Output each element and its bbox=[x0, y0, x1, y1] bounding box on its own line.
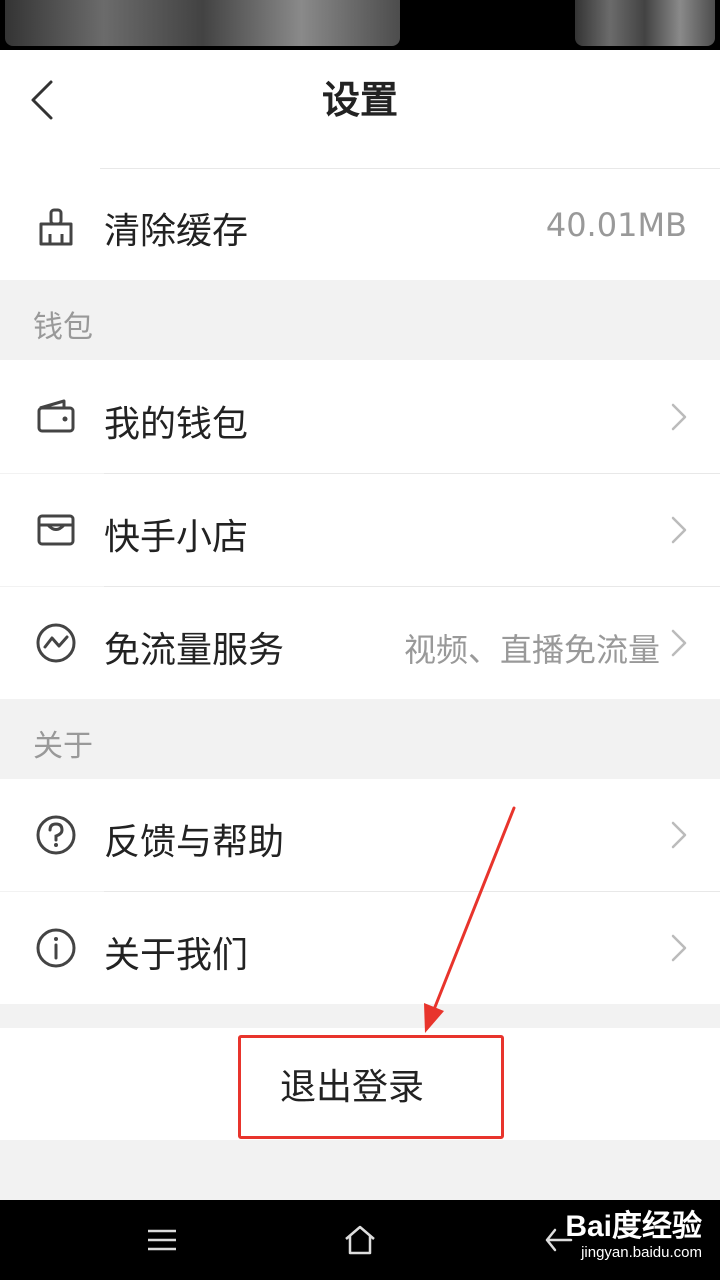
wallet-icon bbox=[34, 394, 78, 438]
page-title: 设置 bbox=[321, 78, 398, 122]
menu-item-label: 我的钱包 bbox=[104, 404, 249, 445]
data-wave-icon bbox=[34, 621, 78, 665]
store-icon bbox=[34, 508, 78, 552]
menu-icon[interactable] bbox=[142, 1220, 182, 1260]
menu-item-label: 关于我们 bbox=[104, 935, 249, 976]
chevron-right-icon bbox=[671, 403, 687, 431]
divider bbox=[100, 168, 720, 169]
logout-button[interactable]: 退出登录 bbox=[280, 1058, 424, 1110]
menu-item-store[interactable]: 快手小店 bbox=[0, 474, 720, 586]
clear-cache-label: 清除缓存 bbox=[104, 211, 249, 252]
status-bar-blurred-content bbox=[5, 0, 400, 46]
menu-item-label: 快手小店 bbox=[104, 517, 249, 558]
info-circle-icon bbox=[34, 926, 78, 970]
logout-row: 退出登录 bbox=[0, 1028, 720, 1140]
watermark-url: jingyan.baidu.com bbox=[581, 1244, 702, 1261]
menu-item-data-free-service[interactable]: 免流量服务 视频、直播免流量 bbox=[0, 587, 720, 699]
menu-item-label: 反馈与帮助 bbox=[104, 822, 285, 863]
status-bar-blurred-icons bbox=[575, 0, 715, 46]
watermark-brand: Bai度经验 bbox=[565, 1210, 702, 1243]
menu-item-feedback-help[interactable]: 反馈与帮助 bbox=[0, 779, 720, 891]
menu-item-my-wallet[interactable]: 我的钱包 bbox=[0, 360, 720, 473]
system-nav-bar: Bai度经验 jingyan.baidu.com bbox=[0, 1200, 720, 1280]
chevron-right-icon bbox=[671, 821, 687, 849]
chevron-right-icon bbox=[671, 629, 687, 657]
question-circle-icon bbox=[34, 813, 78, 857]
menu-item-about-us[interactable]: 关于我们 bbox=[0, 892, 720, 1004]
back-chevron-icon bbox=[31, 80, 53, 120]
chevron-right-icon bbox=[671, 516, 687, 544]
section-title-about: 关于 bbox=[33, 729, 93, 764]
chevron-right-icon bbox=[671, 934, 687, 962]
section-title-wallet: 钱包 bbox=[33, 310, 93, 345]
broom-icon bbox=[34, 205, 78, 249]
clear-cache-row[interactable]: 清除缓存 40.01MB bbox=[0, 150, 720, 280]
menu-item-value: 视频、直播免流量 bbox=[403, 631, 660, 669]
section-header-about: 关于 bbox=[0, 699, 720, 779]
watermark: Bai度经验 jingyan.baidu.com bbox=[565, 1210, 702, 1262]
cache-size-value: 40.01MB bbox=[545, 206, 687, 244]
nav-bar: 设置 bbox=[0, 50, 720, 150]
home-icon[interactable] bbox=[340, 1220, 380, 1260]
menu-item-label: 免流量服务 bbox=[104, 630, 285, 671]
section-header-wallet: 钱包 bbox=[0, 280, 720, 360]
back-button[interactable] bbox=[22, 78, 62, 122]
status-bar bbox=[0, 0, 720, 50]
